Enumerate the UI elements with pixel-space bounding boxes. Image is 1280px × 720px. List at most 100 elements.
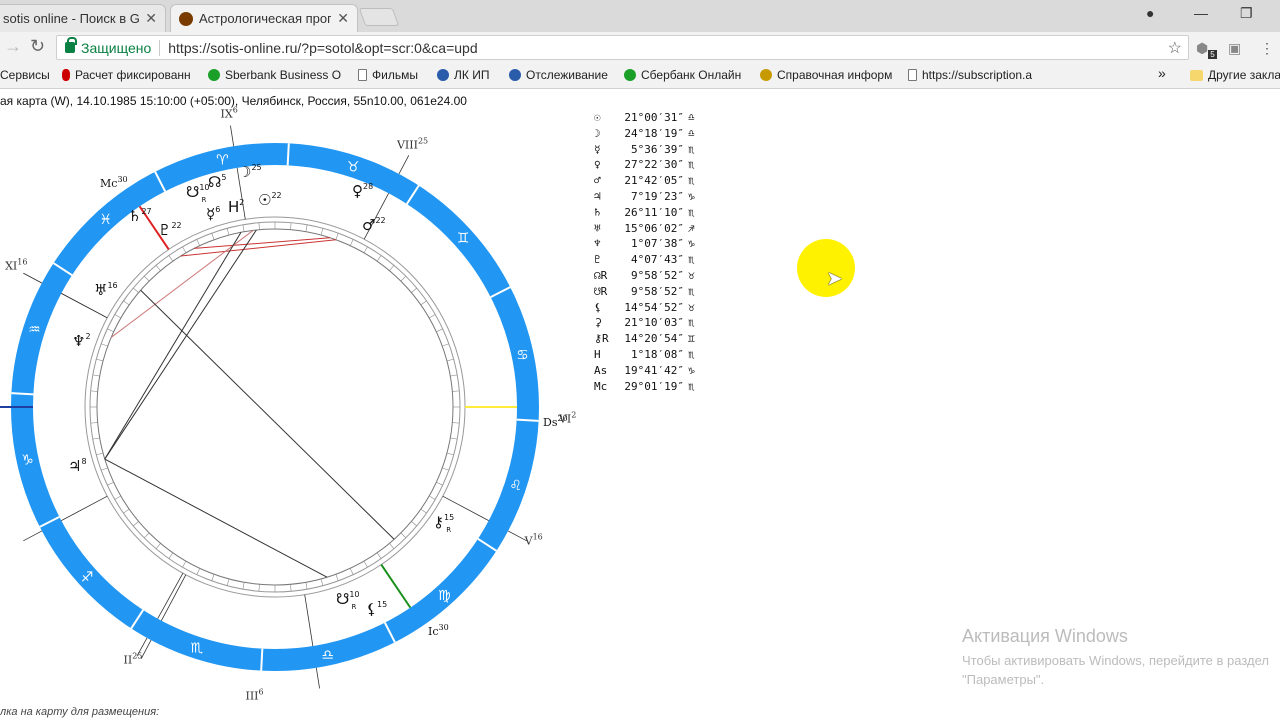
profile-icon[interactable]: ● (1146, 5, 1154, 21)
minimize-icon[interactable]: — (1194, 5, 1208, 21)
planet-glyph-icon: ☿6 (206, 205, 220, 223)
planet-degree: 25 (251, 163, 261, 172)
sign-icon: ♏ (688, 205, 695, 219)
bookmark-item[interactable]: Фильмы (358, 68, 418, 82)
bookmark-item[interactable]: Расчет фиксированн (62, 68, 191, 82)
address-bar[interactable]: Защищено https://sotis-online.ru/?p=soto… (56, 35, 1189, 60)
tab-astrology[interactable]: Астрологическая прогр ✕ (170, 4, 358, 32)
close-icon[interactable]: ✕ (145, 10, 157, 27)
position-value: 15°06′02″ (624, 221, 684, 235)
planet-degree: 15 (377, 600, 387, 609)
degree-tick (96, 358, 104, 362)
sign-icon: ♏ (688, 347, 695, 361)
degree-tick (389, 265, 395, 271)
bookmark-label: Sberbank Business O (225, 68, 342, 82)
house-ring-outer (84, 216, 466, 598)
bookmark-item[interactable]: Справочная информ (760, 68, 892, 82)
position-value: 27°22′30″ (624, 158, 684, 172)
planet-glyph-icon: ♃8 (68, 457, 87, 475)
planet-glyph-icon: ☋10 R (186, 183, 210, 204)
extension-icon[interactable]: ⬢ 5 (1196, 40, 1217, 59)
bookmark-item[interactable]: ЛК ИП (437, 68, 489, 82)
bookmark-item[interactable]: Сбербанк Онлайн (624, 68, 741, 82)
bookmark-label: Фильмы (372, 68, 418, 82)
position-row: ⚸ 14°54′52″ ♉ (594, 300, 695, 316)
forward-icon[interactable]: → (4, 36, 22, 57)
planet-degree: 28 (363, 182, 373, 191)
url-text[interactable]: https://sotis-online.ru/?p=sotol&opt=scr… (168, 40, 477, 56)
lock-icon (65, 37, 77, 53)
planet-degree: 5 (221, 173, 226, 182)
menu-icon[interactable]: ⋮ (1260, 40, 1274, 57)
natal-chart-wheel[interactable]: ♋♌♍♎♏♐♑♒♓♈ ♉♊ II25III6V16VI2VIII25IX6XI16… (0, 90, 600, 720)
degree-tick (452, 390, 460, 392)
degree-tick (107, 328, 114, 333)
tab-search[interactable]: sotis online - Поиск в Go ✕ (0, 4, 166, 32)
position-value: 1°18′08″ (631, 347, 684, 361)
planet-degree: 2 (85, 332, 90, 341)
position-row: ☊R 9°58′52″ ♉ (594, 268, 695, 284)
sign-icon: ♑ (688, 363, 695, 377)
bookmarks-bar: Сервисы Расчет фиксированн Sberbank Busi… (0, 62, 1280, 89)
more-bookmarks-button[interactable]: » (1158, 65, 1166, 81)
bookmark-label: Сервисы (0, 68, 50, 82)
planet-degree: 2 (239, 198, 244, 207)
site-favicon-icon (179, 11, 193, 26)
degree-tick (290, 584, 292, 592)
degree-tick (211, 233, 215, 240)
close-icon[interactable]: ✕ (337, 10, 349, 27)
position-row: ⚳ 21°10′03″ ♏ (594, 315, 695, 331)
planet-glyph-icon: ☉22 (258, 191, 282, 209)
position-value: 14°54′52″ (624, 300, 684, 314)
bookmark-item[interactable]: https://subscription.a (908, 68, 1032, 82)
degree-tick (420, 508, 427, 514)
position-row: As 19°41′42″ ♑ (594, 363, 695, 379)
reload-icon[interactable]: ↻ (30, 36, 45, 57)
degree-tick (242, 224, 245, 232)
house-cusp-outer (140, 639, 152, 659)
planet-icon: ⚷R (594, 332, 609, 346)
degree-tick (305, 582, 308, 590)
house-label: XI16 (5, 257, 27, 272)
house-degree: 25 (418, 136, 428, 145)
planet-glyph-icon: ♇22 (158, 221, 182, 239)
planet-glyph-icon: ♅16 (94, 281, 118, 299)
angle-degree: 30 (439, 623, 449, 632)
degree-tick (420, 300, 427, 306)
degree-tick (196, 568, 201, 575)
degree-tick (411, 287, 417, 293)
degree-tick (450, 437, 458, 440)
house-label: III6 (245, 687, 263, 702)
page-icon (358, 69, 367, 81)
angle-degree: 20 (557, 414, 567, 423)
toolbar: → ↻ Защищено https://sotis-online.ru/?p=… (0, 32, 1280, 62)
planet-glyph-icon: H2 (228, 198, 244, 216)
bookmark-item[interactable]: Сервисы (0, 68, 50, 82)
mc-label: Mc30 (100, 175, 128, 190)
degree-tick (335, 574, 339, 581)
other-bookmarks-folder[interactable]: Другие закла (1190, 68, 1280, 82)
ds-label: Ds20 (543, 414, 568, 429)
new-tab-button[interactable] (358, 8, 400, 26)
bookmark-item[interactable]: Отслеживание (509, 68, 608, 82)
planet-glyph-icon: ⚷15 R (433, 513, 454, 534)
pdf-icon[interactable]: ▣ (1228, 40, 1241, 57)
position-row: ☽ 24°18′19″ ♎ (594, 126, 695, 142)
sign-divider (11, 392, 34, 396)
house-cusp (161, 574, 187, 621)
bookmark-label: Отслеживание (526, 68, 608, 82)
position-row: ☿ 5°36′39″ ♏ (594, 142, 695, 158)
degree-tick (155, 265, 161, 271)
degree-tick (123, 300, 130, 306)
degree-tick (363, 246, 368, 253)
planet-icon: Mc (594, 379, 608, 393)
planet-degree: 27 (141, 207, 151, 216)
house-label: V16 (524, 533, 543, 548)
planet-glyph-icon: ☊5 (208, 173, 226, 191)
bookmark-star-icon[interactable]: ☆ (1168, 38, 1182, 58)
planet-icon: ♂ (594, 174, 601, 188)
position-value: 4°07′43″ (631, 253, 684, 267)
restore-icon[interactable]: ❐ (1240, 5, 1253, 22)
extension-badge: 5 (1208, 49, 1217, 59)
bookmark-item[interactable]: Sberbank Business O (208, 68, 341, 82)
